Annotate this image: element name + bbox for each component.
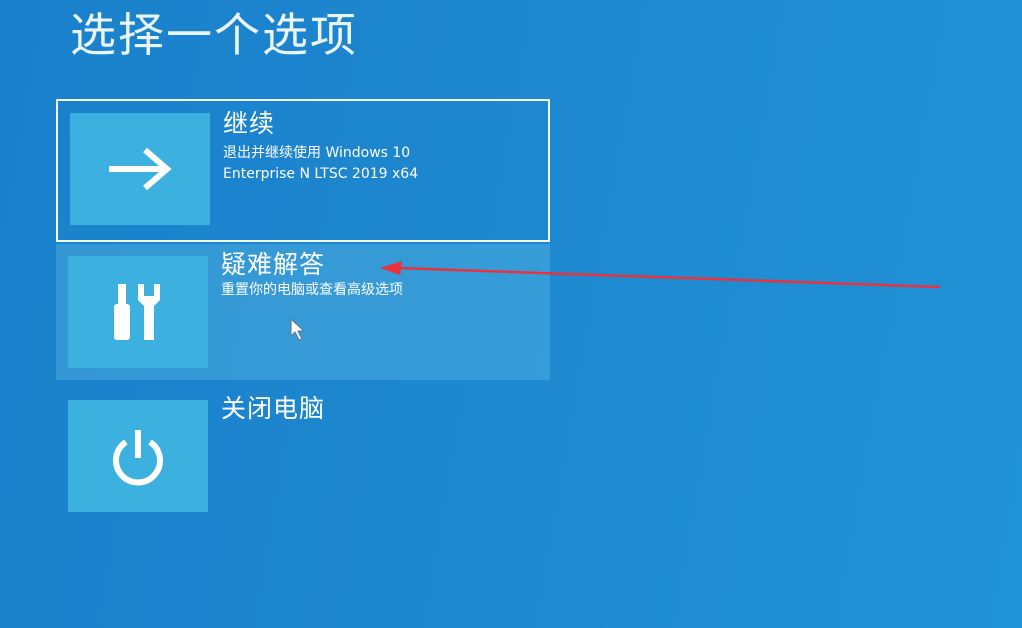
troubleshoot-description: 重置你的电脑或查看高级选项 [221, 282, 403, 298]
turn-off-tile [68, 400, 208, 512]
continue-tile [70, 113, 210, 225]
arrow-right-icon [105, 144, 175, 194]
tools-icon [108, 280, 168, 344]
mouse-cursor-icon [290, 318, 310, 346]
continue-title: 继续 [223, 109, 276, 138]
turn-off-title: 关闭电脑 [221, 394, 326, 423]
turn-off-option[interactable]: 关闭电脑 [56, 388, 550, 524]
troubleshoot-tile [68, 256, 208, 368]
troubleshoot-title: 疑难解答 [221, 250, 326, 279]
continue-description-line1: 退出并继续使用 Windows 10 [223, 145, 411, 161]
page-title: 选择一个选项 [70, 8, 358, 62]
continue-description-line2: Enterprise N LTSC 2019 x64 [223, 166, 419, 182]
continue-description: 退出并继续使用 Windows 10 Enterprise N LTSC 201… [223, 143, 418, 185]
continue-option[interactable]: 继续 退出并继续使用 Windows 10 Enterprise N LTSC … [56, 99, 550, 242]
troubleshoot-option[interactable]: 疑难解答 重置你的电脑或查看高级选项 [56, 244, 550, 380]
power-icon [106, 424, 170, 488]
